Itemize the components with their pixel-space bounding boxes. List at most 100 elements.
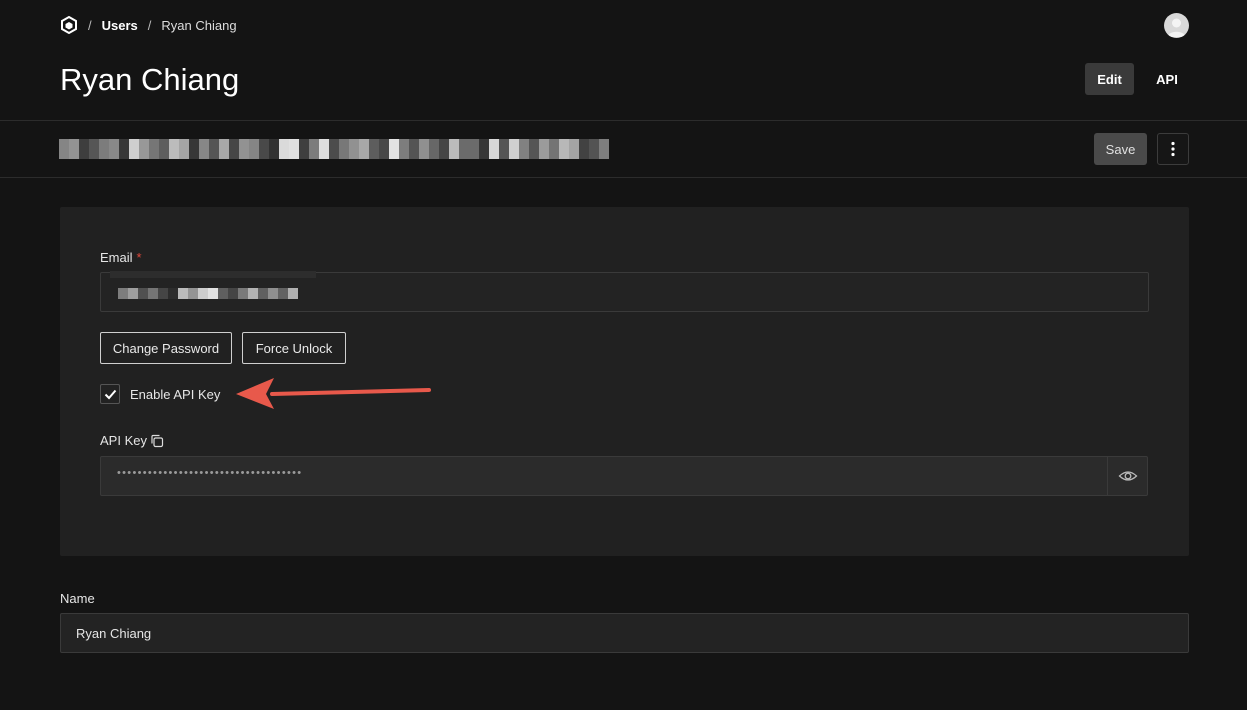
eye-icon[interactable] <box>1118 467 1138 485</box>
app-logo-icon[interactable] <box>60 16 78 34</box>
redaction-pixel <box>389 139 399 159</box>
redaction-pixel <box>148 288 158 299</box>
redaction-pixel <box>339 139 349 159</box>
redaction-pixel <box>69 139 79 159</box>
save-button[interactable]: Save <box>1094 133 1147 165</box>
redaction-pixel <box>439 139 449 159</box>
redaction-pixel <box>539 139 549 159</box>
checkmark-icon <box>104 389 116 399</box>
redaction-pixel <box>89 139 99 159</box>
redaction-pixel <box>379 139 389 159</box>
redaction-pixel <box>319 139 329 159</box>
redaction-pixel <box>209 139 219 159</box>
name-input[interactable] <box>60 613 1189 653</box>
redaction-pixel <box>229 139 239 159</box>
redaction-pixel <box>279 139 289 159</box>
email-label: Email * <box>100 250 142 265</box>
redaction-pixel <box>109 139 119 159</box>
change-password-button[interactable]: Change Password <box>100 332 232 364</box>
redaction-pixel <box>459 139 469 159</box>
redaction-pixel <box>198 288 208 299</box>
redaction-pixel <box>139 139 149 159</box>
redaction-pixel <box>79 139 89 159</box>
redaction-pixel <box>268 288 278 299</box>
redaction-pixel <box>249 139 259 159</box>
redaction-pixel <box>289 139 299 159</box>
header-divider <box>0 120 1247 121</box>
redaction-pixel <box>419 139 429 159</box>
redaction-pixel <box>149 139 159 159</box>
redaction-pixel <box>138 288 148 299</box>
redaction-pixel <box>118 288 128 299</box>
redaction-pixel <box>599 139 609 159</box>
redaction-pixel <box>119 139 129 159</box>
annotation-arrow-icon <box>236 378 431 409</box>
redaction-pixel <box>129 139 139 159</box>
redaction-pixel <box>499 139 509 159</box>
redaction-pixel <box>349 139 359 159</box>
name-input-value: Ryan Chiang <box>76 626 152 641</box>
redaction-pixel <box>179 139 189 159</box>
redaction-pixel <box>309 139 319 159</box>
redaction-pixel <box>509 139 519 159</box>
vertical-dots-icon <box>1171 141 1175 157</box>
redaction-pixel <box>178 288 188 299</box>
redaction-pixel <box>549 139 559 159</box>
redaction-pixel <box>269 139 279 159</box>
redaction-pixel <box>158 288 168 299</box>
redaction-pixel <box>469 139 479 159</box>
enable-api-key-label[interactable]: Enable API Key <box>130 387 220 402</box>
redaction-pixel <box>479 139 489 159</box>
more-options-button[interactable] <box>1157 133 1189 165</box>
enable-api-key-checkbox[interactable] <box>100 384 120 404</box>
redacted-subtitle <box>59 139 609 159</box>
required-marker: * <box>136 250 142 265</box>
redaction-pixel <box>218 288 228 299</box>
redaction-pixel <box>159 139 169 159</box>
redaction-pixel <box>248 288 258 299</box>
redaction-pixel <box>258 288 268 299</box>
breadcrumb-separator: / <box>147 17 152 33</box>
breadcrumb-separator: / <box>88 17 92 33</box>
redacted-email-value <box>118 288 298 299</box>
user-avatar[interactable] <box>1164 13 1189 38</box>
redaction-pixel <box>449 139 459 159</box>
api-key-masked-value: •••••••••••••••••••••••••••••••••••• <box>117 467 303 479</box>
redaction-pixel <box>59 139 69 159</box>
redaction-pixel <box>529 139 539 159</box>
redaction-pixel <box>519 139 529 159</box>
api-tab-button[interactable]: API <box>1147 63 1187 95</box>
toolbar-divider <box>0 177 1247 178</box>
breadcrumb-users-link[interactable]: Users <box>102 18 138 33</box>
redaction-pixel <box>228 288 238 299</box>
redaction-pixel <box>208 288 218 299</box>
redaction-pixel <box>589 139 599 159</box>
redacted-email-overlay <box>110 271 316 278</box>
redaction-pixel <box>219 139 229 159</box>
redaction-pixel <box>169 139 179 159</box>
redaction-pixel <box>239 139 249 159</box>
redaction-pixel <box>489 139 499 159</box>
redaction-pixel <box>329 139 339 159</box>
redaction-pixel <box>278 288 288 299</box>
name-label: Name <box>60 591 95 606</box>
redaction-pixel <box>399 139 409 159</box>
redaction-pixel <box>168 288 178 299</box>
force-unlock-button[interactable]: Force Unlock <box>242 332 346 364</box>
redaction-pixel <box>579 139 589 159</box>
redaction-pixel <box>429 139 439 159</box>
edit-tab-button[interactable]: Edit <box>1085 63 1134 95</box>
page-title: Ryan Chiang <box>60 62 240 97</box>
redaction-pixel <box>299 139 309 159</box>
api-key-divider <box>1107 457 1108 495</box>
redaction-pixel <box>359 139 369 159</box>
redaction-pixel <box>259 139 269 159</box>
redaction-pixel <box>128 288 138 299</box>
copy-icon[interactable] <box>150 434 164 448</box>
account-panel <box>60 207 1189 556</box>
breadcrumb-current: Ryan Chiang <box>161 17 237 33</box>
user-avatar-icon <box>1167 18 1186 37</box>
redaction-pixel <box>188 288 198 299</box>
redaction-pixel <box>559 139 569 159</box>
redaction-pixel <box>199 139 209 159</box>
